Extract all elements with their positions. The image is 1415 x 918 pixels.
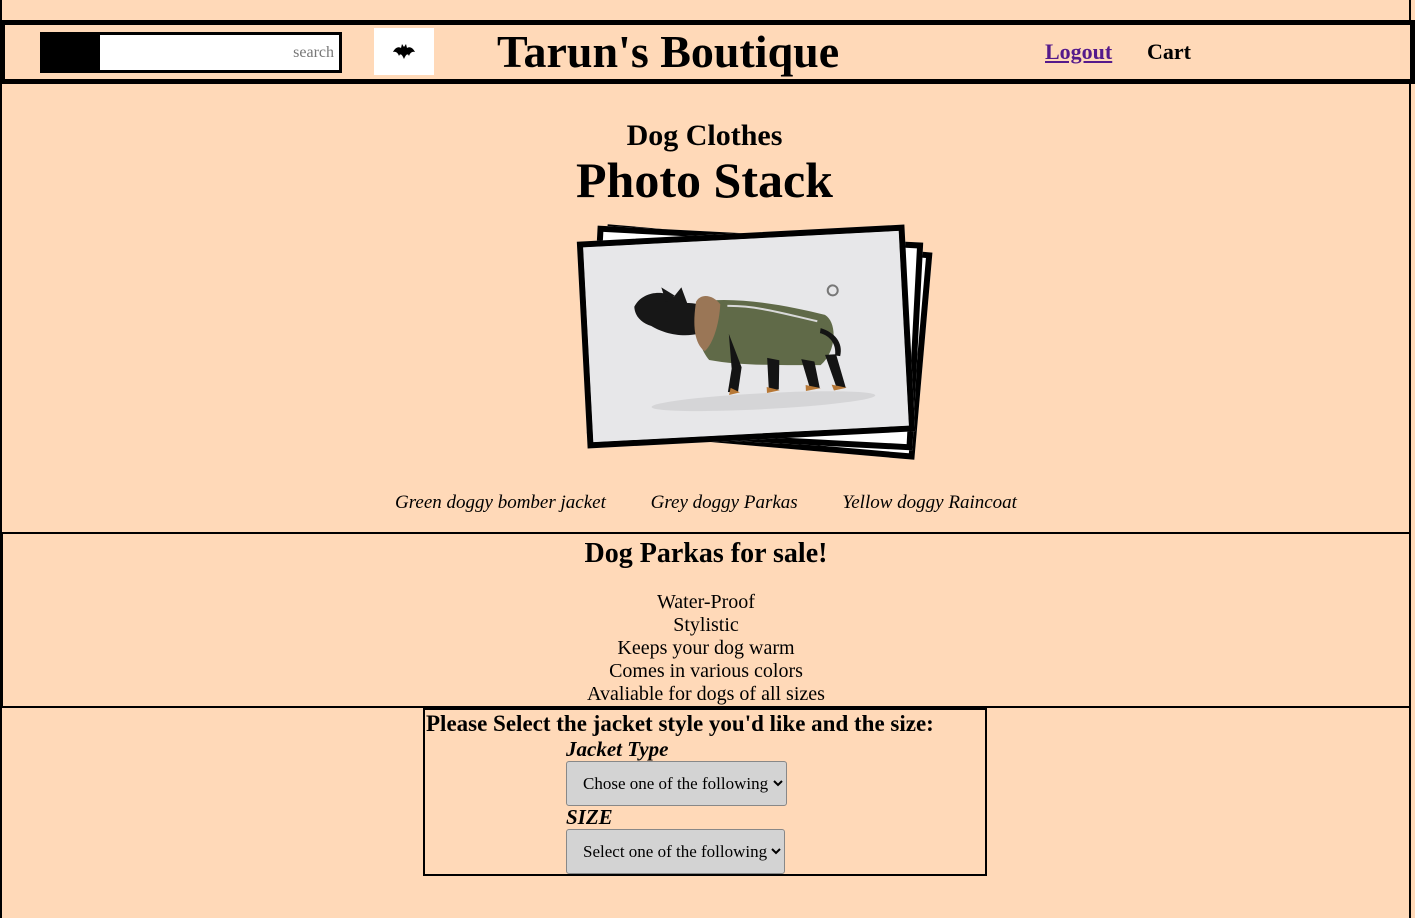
feature-list: Water-Proof Stylistic Keeps your dog war… (3, 591, 1409, 706)
selection-title: Please Select the jacket style you'd lik… (426, 711, 934, 736)
cart-link[interactable]: Cart (1147, 40, 1191, 64)
jacket-selection-form: Please Select the jacket style you'd lik… (423, 708, 987, 876)
sale-title: Dog Parkas for sale! (584, 538, 828, 569)
right-frame-border (1409, 0, 1411, 918)
sale-section: Dog Parkas for sale! Water-Proof Stylist… (1, 532, 1411, 708)
feature-item: Stylistic (673, 614, 739, 636)
caption-grey-parkas[interactable]: Grey doggy Parkas (651, 492, 798, 513)
dog-parka-photo[interactable] (576, 224, 916, 449)
site-header: Tarun's Boutique Logout Cart (0, 20, 1415, 84)
feature-item: Keeps your dog warm (617, 637, 795, 659)
search-bar (40, 32, 342, 73)
size-label: SIZE (566, 805, 613, 829)
search-input[interactable] (100, 35, 339, 70)
jacket-type-select[interactable]: Chose one of the following (566, 761, 787, 806)
feature-item: Comes in various colors (609, 660, 803, 682)
bat-icon-graphic (393, 43, 415, 59)
feature-item: Water-Proof (657, 591, 755, 613)
logout-link[interactable]: Logout (1045, 40, 1112, 64)
photo-stack-title: Photo Stack (576, 152, 833, 208)
category-title: Dog Clothes (626, 119, 783, 152)
site-title: Tarun's Boutique (497, 26, 840, 77)
caption-yellow-raincoat[interactable]: Yellow doggy Raincoat (842, 492, 1017, 513)
photo-captions: Green doggy bomber jacket Grey doggy Par… (395, 492, 1057, 514)
size-select[interactable]: Select one of the following (566, 829, 785, 874)
dog-in-parka-illustration (583, 230, 909, 443)
feature-item: Avaliable for dogs of all sizes (587, 683, 825, 705)
search-button[interactable] (43, 35, 100, 70)
caption-green-jacket[interactable]: Green doggy bomber jacket (395, 492, 606, 513)
bat-icon[interactable] (374, 28, 434, 75)
jacket-type-label: Jacket Type (566, 737, 669, 761)
